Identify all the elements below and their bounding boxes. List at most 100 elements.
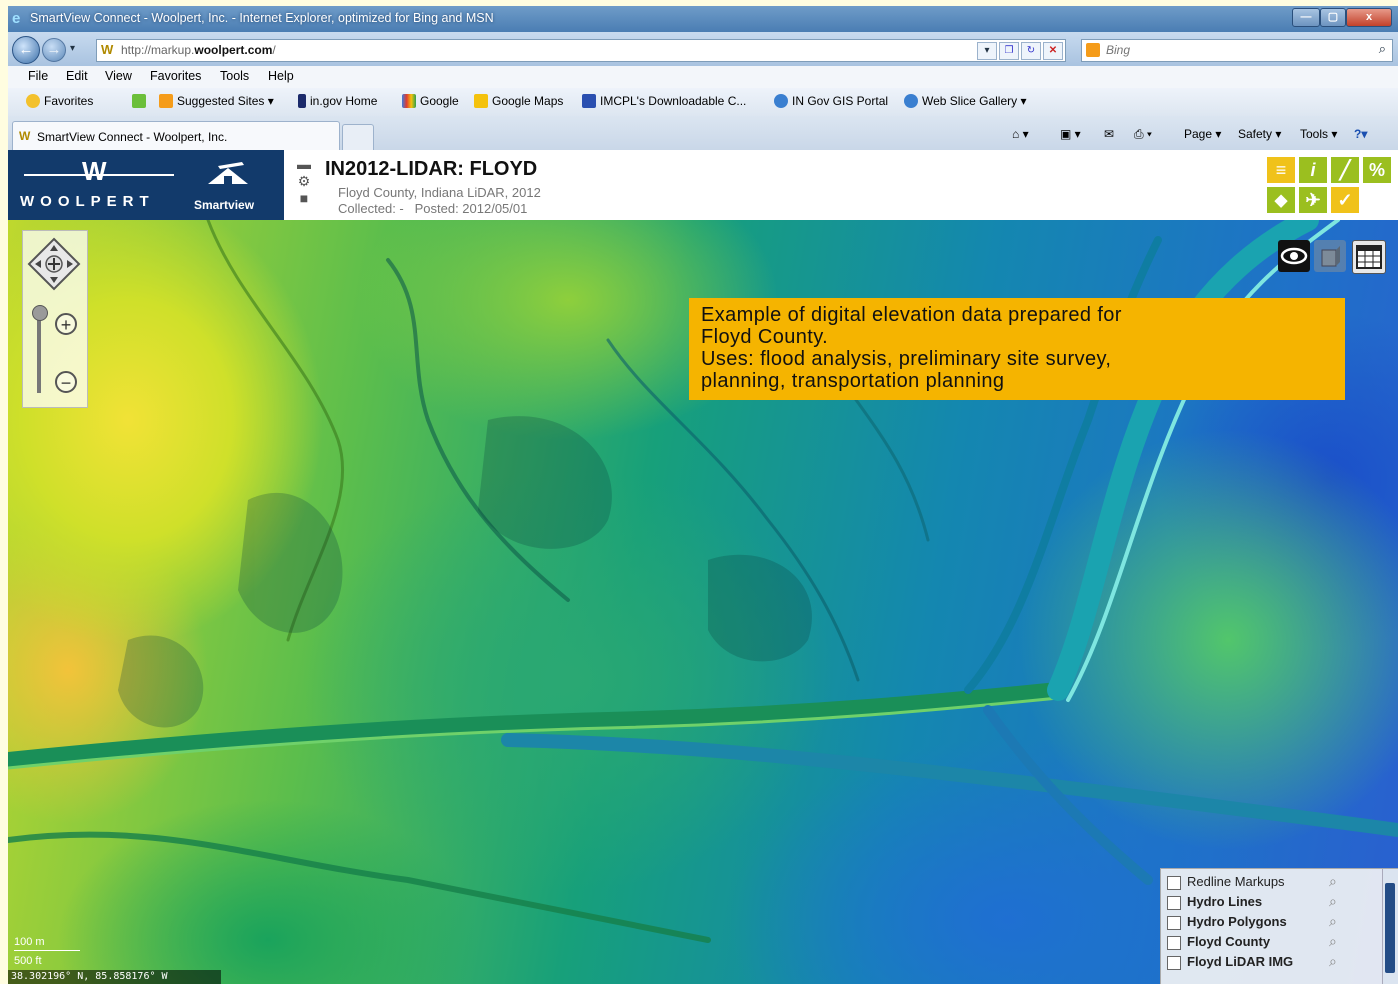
- rotate-view-button[interactable]: [1314, 240, 1346, 272]
- layer-checkbox[interactable]: [1167, 936, 1181, 950]
- measure-tool-button[interactable]: ╱: [1330, 156, 1360, 184]
- search-box[interactable]: ⌕: [1081, 39, 1393, 62]
- menu-file[interactable]: File: [28, 69, 48, 83]
- google-favicon: [402, 94, 416, 108]
- settings-icon[interactable]: ⚙: [294, 173, 314, 190]
- logo-rule: [24, 174, 174, 176]
- minimize-button[interactable]: —: [1292, 8, 1320, 27]
- zoom-out-button[interactable]: −: [55, 371, 77, 393]
- fav-in-gov-gis[interactable]: IN Gov GIS Portal: [774, 94, 888, 108]
- fav-label: in.gov Home: [310, 94, 378, 108]
- compat-view-icon[interactable]: ❐: [999, 42, 1019, 60]
- tab-smartview[interactable]: W SmartView Connect - Woolpert, Inc.: [12, 121, 340, 150]
- search-icon[interactable]: ⌕: [1379, 41, 1386, 57]
- new-tab-button[interactable]: [342, 124, 374, 150]
- callout-line: Floyd County.: [701, 326, 829, 348]
- stop-icon[interactable]: ✕: [1043, 42, 1063, 60]
- header-icon-column: ▬ ⚙ ■: [294, 156, 314, 207]
- menu-favorites[interactable]: Favorites: [150, 69, 201, 83]
- map-view[interactable]: + − Example of digital elevation data pr…: [8, 220, 1398, 984]
- search-input[interactable]: [1106, 41, 1336, 59]
- ingov-favicon: [298, 94, 306, 108]
- woolpert-logo[interactable]: W WOOLPERT Smartview: [8, 150, 284, 220]
- percent-tool-button[interactable]: %: [1362, 156, 1392, 184]
- info-callout: Example of digital elevation data prepar…: [689, 298, 1345, 400]
- layers-tool-button[interactable]: ≡: [1266, 156, 1296, 184]
- collected-date: Collected: -: [338, 201, 404, 216]
- address-text[interactable]: http://markup.woolpert.com/: [121, 43, 276, 57]
- zoom-in-button[interactable]: +: [55, 313, 77, 335]
- layer-list-scrollbar[interactable]: [1382, 869, 1398, 984]
- address-bar[interactable]: W http://markup.woolpert.com/ ▾ ❐ ↻ ✕: [96, 39, 1066, 62]
- fav-web-slice-gallery[interactable]: Web Slice Gallery ▾: [904, 94, 1027, 108]
- fav-label: IN Gov GIS Portal: [792, 94, 889, 108]
- favorites-label: Favorites: [44, 94, 94, 108]
- scrollbar-thumb[interactable]: [1385, 883, 1395, 973]
- zoom-slider-track[interactable]: [37, 311, 41, 393]
- fav-google[interactable]: Google: [402, 94, 459, 108]
- layer-label: Hydro Polygons: [1187, 914, 1287, 929]
- favorites-button[interactable]: Favorites: [26, 94, 93, 108]
- menu-help[interactable]: Help: [268, 69, 294, 83]
- tools-menu[interactable]: Tools ▾: [1300, 127, 1337, 141]
- scale-bar: 100 m 500 ft: [14, 930, 84, 970]
- lock-icon[interactable]: ■: [294, 190, 314, 207]
- layer-zoom-icon[interactable]: ⌕: [1329, 873, 1337, 890]
- layer-label: Floyd LiDAR IMG: [1187, 954, 1294, 969]
- window-title: SmartView Connect - Woolpert, Inc. - Int…: [30, 11, 494, 25]
- forward-button[interactable]: →: [42, 38, 66, 62]
- feeds-icon[interactable]: ▣ ▾: [1060, 127, 1081, 141]
- back-button[interactable]: ←: [12, 36, 40, 64]
- map-navigation-control: + −: [22, 230, 88, 408]
- history-dropdown-icon[interactable]: ▾: [70, 43, 75, 54]
- safety-menu[interactable]: Safety ▾: [1238, 127, 1281, 141]
- layer-checkbox[interactable]: [1167, 916, 1181, 930]
- fav-label: Suggested Sites ▾: [177, 94, 274, 108]
- home-icon[interactable]: ⌂ ▾: [1012, 127, 1029, 141]
- fav-imcpl[interactable]: IMCPL's Downloadable C...: [582, 94, 746, 108]
- ie-page-favicon: [904, 94, 918, 108]
- layer-zoom-icon[interactable]: ⌕: [1329, 913, 1337, 930]
- layer-checkbox[interactable]: [1167, 876, 1181, 890]
- info-tool-button[interactable]: i: [1298, 156, 1328, 184]
- maximize-button[interactable]: ▢: [1320, 8, 1346, 27]
- fav-ingov-home[interactable]: in.gov Home: [298, 94, 377, 108]
- eye-icon: [1280, 247, 1308, 265]
- dataset-title: IN2012-LIDAR: FLOYD: [325, 158, 538, 180]
- fav-google-maps[interactable]: Google Maps: [474, 94, 563, 108]
- fav-suggested-sites[interactable]: Suggested Sites ▾: [159, 94, 274, 108]
- address-dropdown-icon[interactable]: ▾: [977, 42, 997, 60]
- menu-view[interactable]: View: [105, 69, 132, 83]
- print-icon[interactable]: ⎙ ▾: [1134, 127, 1152, 142]
- refresh-icon[interactable]: ↻: [1021, 42, 1041, 60]
- layer-label: Redline Markups: [1187, 874, 1285, 889]
- eye-view-button[interactable]: [1278, 240, 1310, 272]
- zoom-slider-handle[interactable]: [32, 305, 48, 321]
- grid-view-button[interactable]: [1352, 240, 1386, 274]
- pan-control-icon[interactable]: [27, 237, 81, 291]
- add-favorite-icon[interactable]: [132, 94, 150, 108]
- logo-w-mark: W: [82, 156, 109, 186]
- tab-favicon: W: [19, 129, 31, 143]
- layer-checkbox[interactable]: [1167, 896, 1181, 910]
- mail-icon[interactable]: ✉: [1104, 127, 1114, 141]
- add-star-icon: [132, 94, 146, 108]
- scale-metric: 100 m: [14, 936, 45, 948]
- favorites-bar: Favorites Suggested Sites ▾ in.gov Home …: [8, 88, 1398, 116]
- folder-icon[interactable]: ▬: [294, 156, 314, 173]
- help-menu[interactable]: ?▾: [1354, 127, 1367, 141]
- page-menu[interactable]: Page ▾: [1184, 127, 1221, 141]
- flight-tool-button[interactable]: ✈: [1298, 186, 1328, 214]
- layer-checkbox[interactable]: [1167, 956, 1181, 970]
- menu-edit[interactable]: Edit: [66, 69, 88, 83]
- logo-name: WOOLPERT: [20, 193, 155, 210]
- scale-rule: [14, 950, 80, 951]
- menu-tools[interactable]: Tools: [220, 69, 249, 83]
- close-button[interactable]: x: [1346, 8, 1392, 27]
- navigate-tool-button[interactable]: ⬥: [1266, 186, 1296, 214]
- layer-zoom-icon[interactable]: ⌕: [1329, 953, 1337, 970]
- tab-title: SmartView Connect - Woolpert, Inc.: [37, 130, 228, 144]
- layer-zoom-icon[interactable]: ⌕: [1329, 893, 1337, 910]
- check-tool-button[interactable]: ✓: [1330, 186, 1360, 214]
- layer-zoom-icon[interactable]: ⌕: [1329, 933, 1337, 950]
